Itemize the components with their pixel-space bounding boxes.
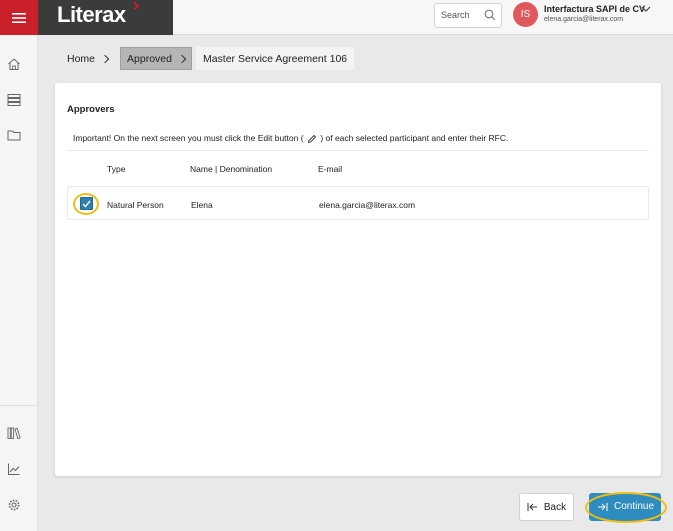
avatar-initials: IS <box>520 9 531 20</box>
cell-email: elena.garcia@literax.com <box>319 200 416 210</box>
breadcrumb: Home Approved Master Service Agreement 1… <box>59 47 355 70</box>
column-header-email: E-mail <box>318 164 343 174</box>
sidebar <box>0 35 38 531</box>
continue-button-label: Continue <box>614 501 655 512</box>
user-email: elena.garcia@literax.com <box>544 16 624 23</box>
library-icon[interactable] <box>7 426 21 440</box>
top-bar: Literax Search IS Interfactura SAPI de C… <box>0 0 673 35</box>
search-box[interactable]: Search <box>434 3 502 28</box>
table-row[interactable]: Natural Person Elena elena.garcia@litera… <box>67 186 649 220</box>
checkmark-icon <box>82 200 91 208</box>
search-input[interactable]: Search <box>441 10 470 20</box>
brand-logo[interactable]: Literax <box>38 0 173 35</box>
breadcrumb-current: Master Service Agreement 106 <box>195 47 355 70</box>
home-icon[interactable] <box>7 57 21 71</box>
search-icon[interactable] <box>484 9 496 21</box>
settings-gear-icon[interactable] <box>7 498 21 512</box>
back-button[interactable]: Back <box>519 493 574 521</box>
continue-button[interactable]: Continue <box>589 493 661 521</box>
breadcrumb-home-label: Home <box>67 52 96 65</box>
chevron-right-icon <box>177 54 187 63</box>
brand-accent-icon <box>130 1 140 11</box>
analytics-chart-icon[interactable] <box>7 462 21 476</box>
breadcrumb-home[interactable]: Home <box>59 47 116 70</box>
hamburger-icon <box>12 12 26 23</box>
cell-name: Elena <box>191 200 213 210</box>
rfc-notice: Important! On the next screen you must c… <box>73 133 508 144</box>
brand-name: Literax <box>57 2 126 27</box>
notice-text-start: Important! On the next screen you must c… <box>73 133 304 143</box>
back-arrow-icon <box>527 503 537 511</box>
sidebar-divider <box>0 405 38 406</box>
header-divider <box>67 150 649 151</box>
back-button-label: Back <box>543 501 567 513</box>
menu-toggle-button[interactable] <box>0 0 38 35</box>
continue-arrow-icon <box>598 503 608 511</box>
pencil-icon <box>307 134 317 143</box>
cell-type: Natural Person <box>107 200 164 210</box>
panel-title: Approvers <box>67 104 115 115</box>
list-view-icon[interactable] <box>7 93 21 107</box>
row-select-checkbox[interactable] <box>80 197 93 210</box>
breadcrumb-current-label: Master Service Agreement 106 <box>202 52 348 65</box>
column-header-name: Name | Denomination <box>190 164 273 174</box>
column-header-type: Type <box>107 164 126 174</box>
chevron-right-icon <box>100 54 110 63</box>
chevron-down-icon[interactable] <box>641 5 651 13</box>
folder-icon[interactable] <box>7 128 21 142</box>
approvers-panel: Approvers Important! On the next screen … <box>55 83 661 476</box>
user-avatar[interactable]: IS <box>513 2 538 27</box>
breadcrumb-approved[interactable]: Approved <box>120 47 192 70</box>
company-name[interactable]: Interfactura SAPI de CV <box>544 4 645 14</box>
notice-text-end: ) of each selected participant and enter… <box>320 133 509 143</box>
breadcrumb-approved-label: Approved <box>127 52 172 65</box>
